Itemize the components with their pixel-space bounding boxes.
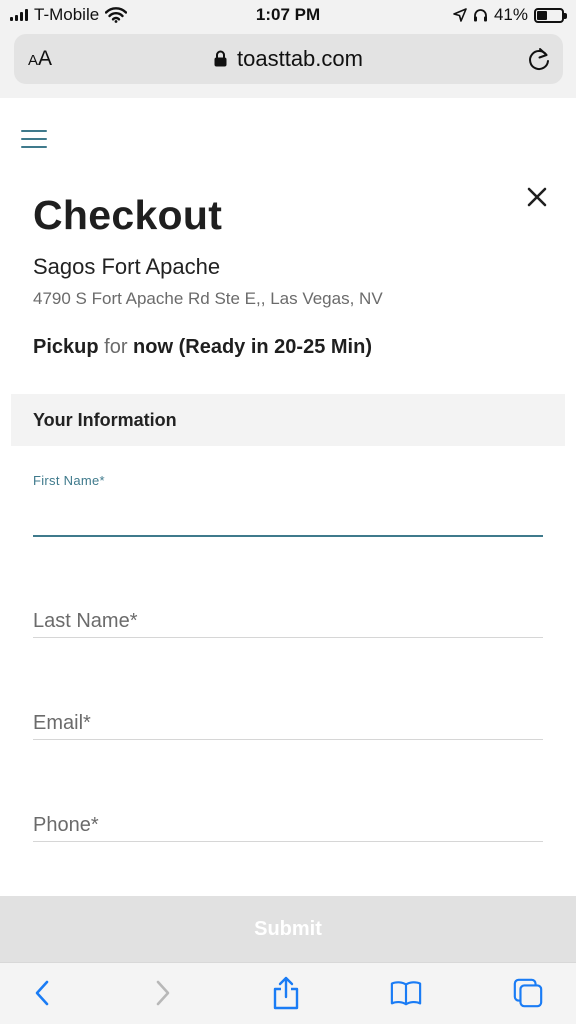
- status-bar: T-Mobile 1:07 PM 41%: [0, 0, 576, 30]
- first-name-label: First Name*: [33, 473, 105, 488]
- last-name-field[interactable]: [33, 588, 543, 638]
- pickup-mode: Pickup: [33, 336, 99, 358]
- restaurant-address: 4790 S Fort Apache Rd Ste E,, Las Vegas,…: [33, 289, 383, 308]
- headphones-icon: [473, 9, 487, 22]
- pickup-connector: for: [104, 336, 128, 358]
- address-bar[interactable]: AA toasttab.com: [14, 34, 563, 84]
- url-text: toasttab.com: [237, 46, 363, 71]
- status-right: 41%: [453, 5, 567, 25]
- email-field[interactable]: [33, 690, 543, 740]
- browser-address-area: AA toasttab.com: [0, 30, 576, 98]
- url-display[interactable]: toasttab.com: [14, 46, 563, 72]
- back-chevron-icon[interactable]: [26, 977, 58, 1009]
- battery-icon: [534, 7, 567, 23]
- battery-fill: [537, 10, 547, 20]
- forward-chevron-icon[interactable]: [147, 977, 179, 1009]
- close-icon[interactable]: [524, 184, 550, 210]
- pickup-time: now (Ready in 20-25 Min): [133, 336, 372, 358]
- share-icon[interactable]: [270, 976, 302, 1010]
- your-information-header: Your Information: [11, 394, 565, 446]
- restaurant-name: Sagos Fort Apache: [33, 254, 221, 279]
- battery-percent: 41%: [493, 5, 528, 24]
- hamburger-menu-icon[interactable]: [21, 130, 47, 150]
- email-input[interactable]: [33, 712, 543, 735]
- submit-button[interactable]: Submit: [0, 896, 576, 962]
- pickup-info: Pickup for now (Ready in 20-25 Min): [33, 336, 372, 359]
- phone-field[interactable]: [33, 791, 543, 842]
- last-name-input[interactable]: [33, 610, 543, 633]
- lock-icon: [214, 50, 227, 67]
- browser-toolbar: [0, 962, 576, 1024]
- location-arrow-icon: [453, 8, 467, 22]
- phone-input[interactable]: [33, 814, 543, 837]
- bookmarks-icon[interactable]: [390, 977, 422, 1009]
- tabs-icon[interactable]: [512, 977, 544, 1009]
- reload-icon[interactable]: [527, 46, 551, 72]
- first-name-field[interactable]: First Name*: [33, 473, 543, 537]
- page-title: Checkout: [33, 192, 223, 238]
- section-title: Your Information: [33, 410, 177, 430]
- first-name-input[interactable]: [33, 508, 543, 531]
